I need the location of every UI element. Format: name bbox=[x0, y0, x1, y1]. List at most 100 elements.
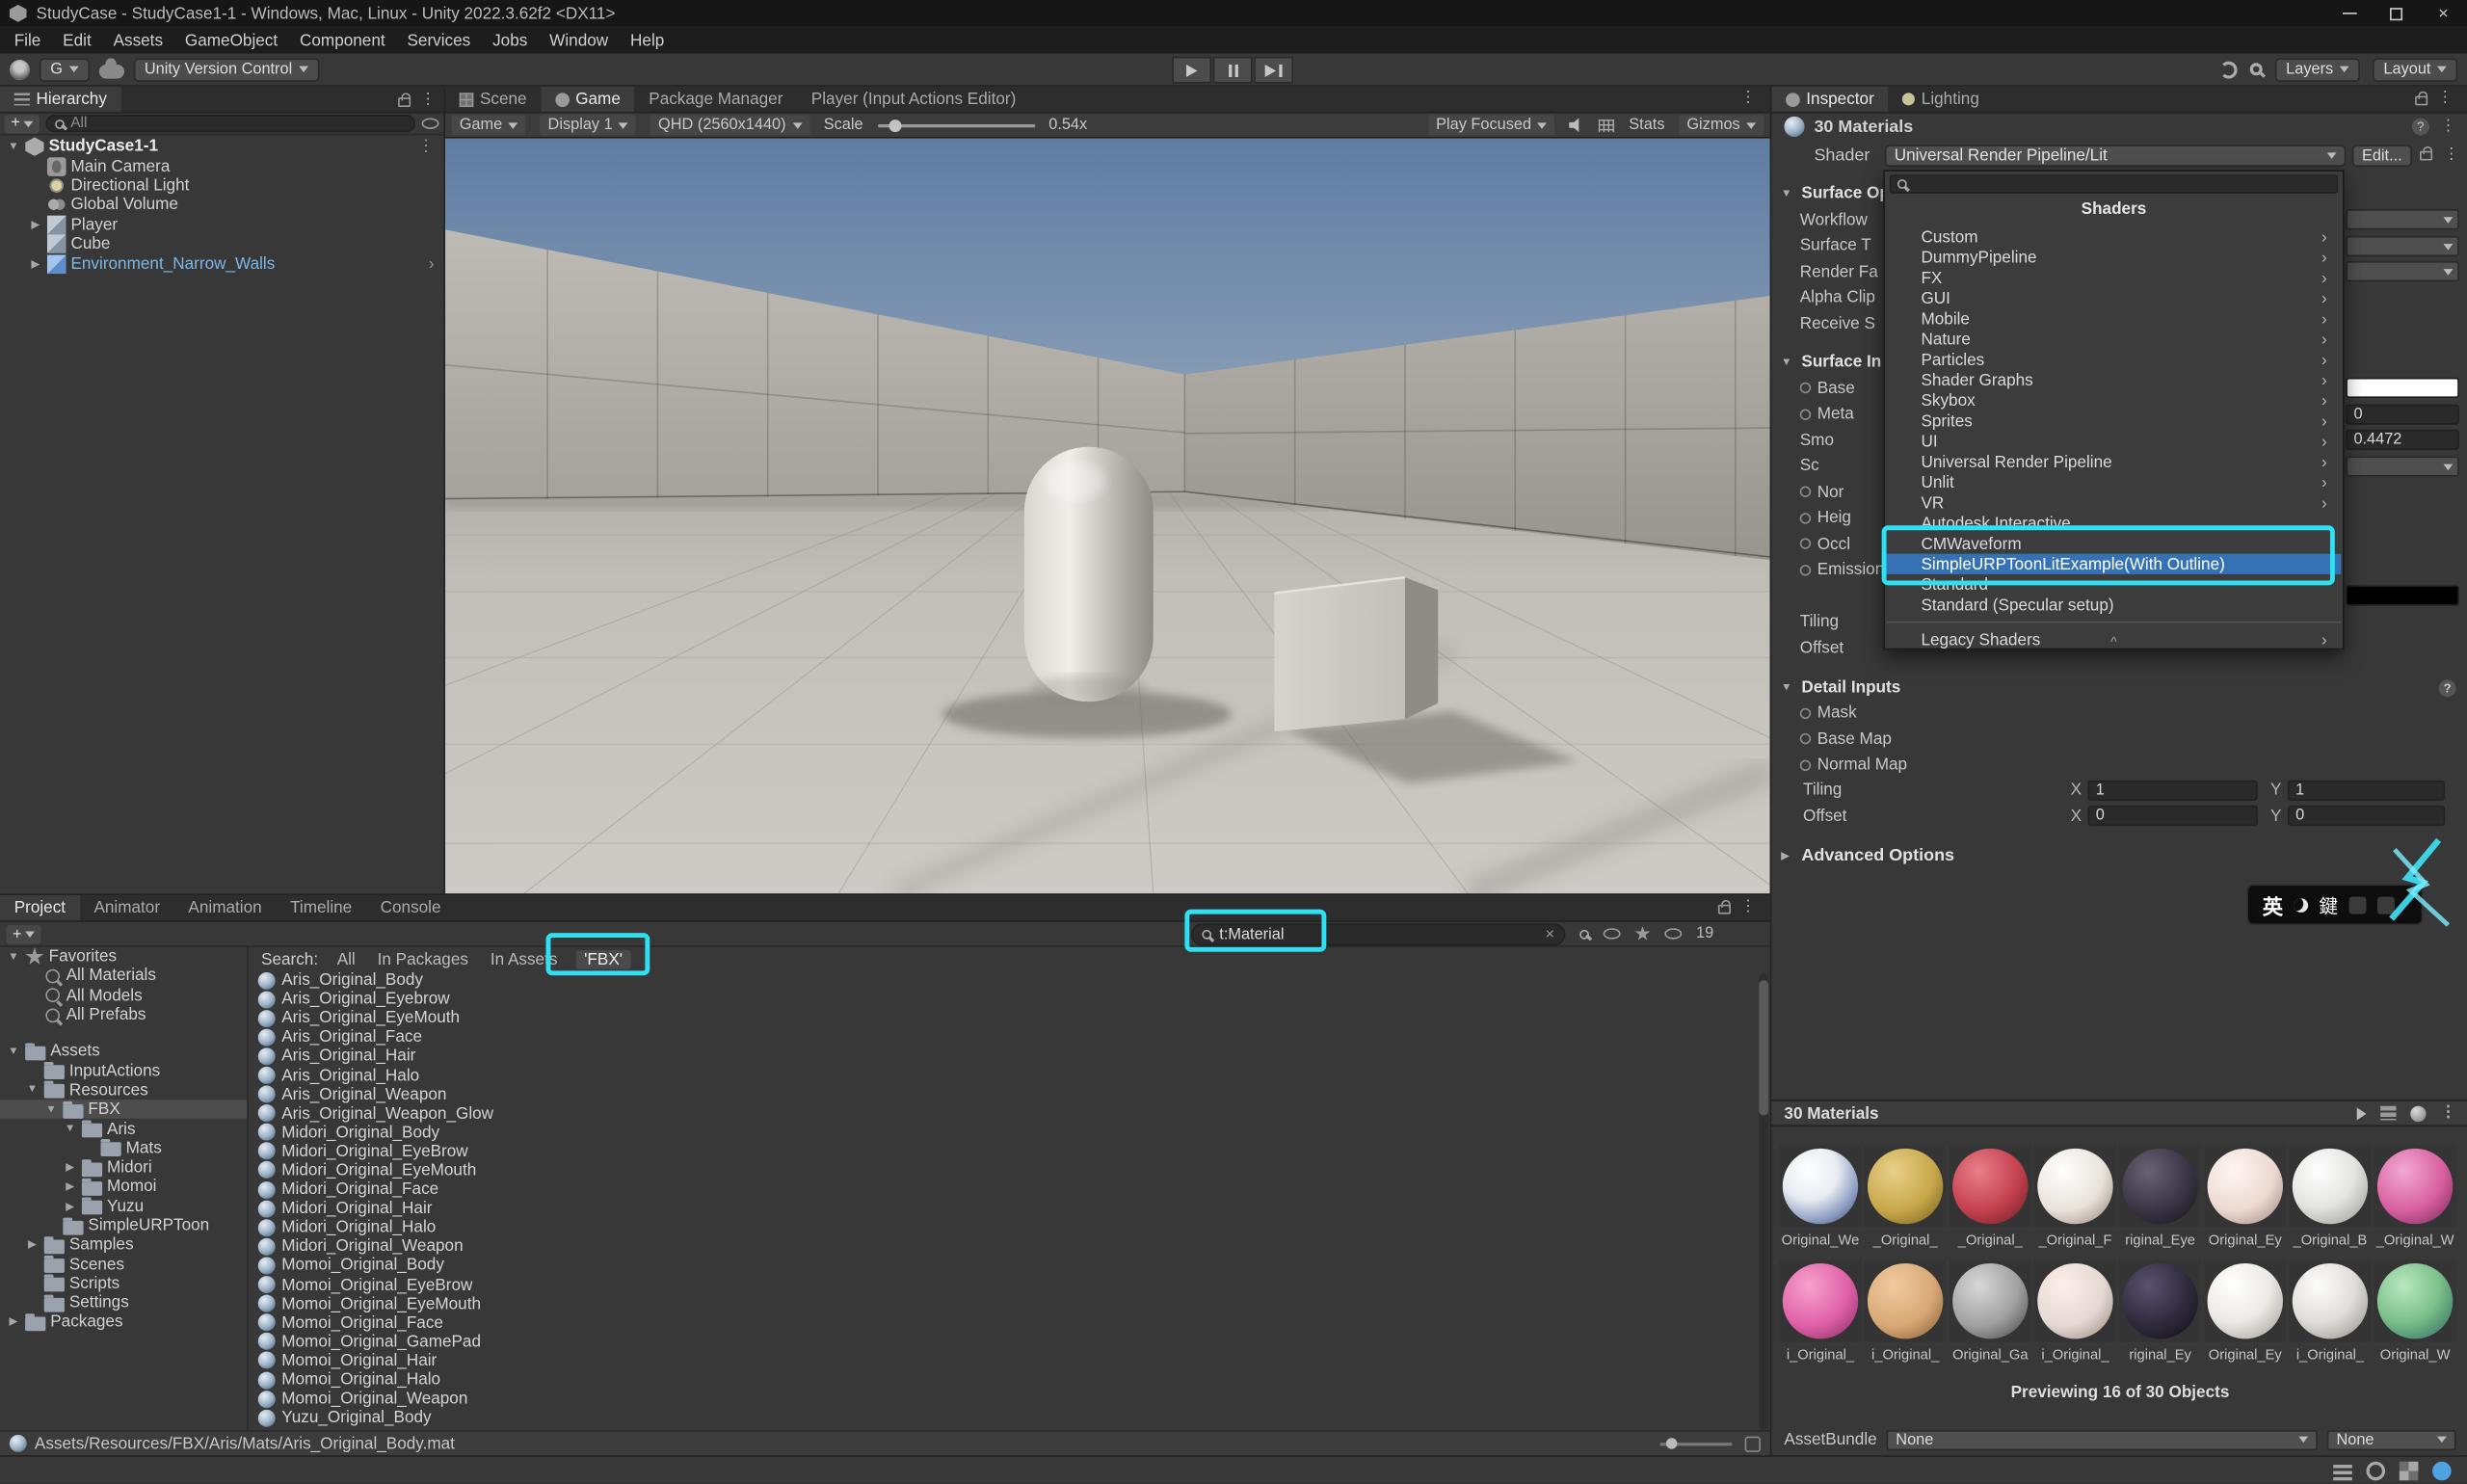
shader-menu-item[interactable]: Autodesk Interactive bbox=[1887, 513, 2342, 533]
slider-knob[interactable] bbox=[889, 119, 901, 131]
shader-menu-item[interactable]: Mobile bbox=[1887, 308, 2342, 329]
foldout-arrow[interactable]: ▼ bbox=[1781, 189, 1795, 199]
search-scope[interactable]: In Assets bbox=[491, 949, 558, 968]
saved-search-star-icon[interactable] bbox=[1634, 926, 1650, 941]
menu-item[interactable]: Edit bbox=[52, 31, 102, 50]
asset-row[interactable]: Aris_Original_Weapon bbox=[258, 1085, 1760, 1104]
asset-row[interactable]: Midori_Original_EyeMouth bbox=[258, 1161, 1760, 1180]
folder-item[interactable]: SimpleURPToon bbox=[0, 1216, 247, 1235]
asset-row[interactable]: Midori_Original_Face bbox=[258, 1180, 1760, 1200]
hierarchy-search-input[interactable]: All bbox=[45, 115, 415, 132]
tab-hierarchy[interactable]: Hierarchy bbox=[0, 87, 121, 112]
pause-button[interactable] bbox=[1213, 57, 1253, 84]
preview-play-icon[interactable] bbox=[2357, 1107, 2367, 1120]
expand-arrow[interactable]: ▶ bbox=[25, 1238, 40, 1251]
asset-row[interactable]: Momoi_Original_EyeMouth bbox=[258, 1294, 1760, 1313]
folder-item[interactable]: ▼ Aris bbox=[0, 1119, 247, 1138]
texture-slot-icon[interactable] bbox=[1800, 708, 1811, 719]
menu-item[interactable]: Services bbox=[396, 31, 482, 50]
tiling-y-field[interactable]: 1 bbox=[2288, 781, 2445, 801]
expand-arrow[interactable]: ▶ bbox=[28, 219, 42, 231]
close-button[interactable]: × bbox=[2420, 0, 2467, 27]
shader-menu-item[interactable]: FX bbox=[1887, 268, 2342, 288]
asset-row[interactable]: Midori_Original_Body bbox=[258, 1123, 1760, 1142]
play-focused-dropdown[interactable]: Play Focused bbox=[1428, 115, 1555, 135]
create-asset-button[interactable]: + bbox=[7, 925, 41, 944]
expand-arrow[interactable]: ▼ bbox=[63, 1124, 77, 1134]
collab-status-icon[interactable] bbox=[2432, 1462, 2452, 1481]
offset-x-field[interactable]: 0 bbox=[2088, 806, 2258, 826]
shader-menu-item[interactable]: Shader Graphs bbox=[1887, 370, 2342, 390]
material-thumbnail[interactable]: _Original_W bbox=[2373, 1146, 2457, 1260]
asset-row[interactable]: Midori_Original_Hair bbox=[258, 1199, 1760, 1218]
shader-menu-item[interactable]: Custom bbox=[1887, 226, 2342, 247]
scrollbar[interactable] bbox=[1759, 974, 1768, 1430]
folder-item[interactable]: ▼ Favorites bbox=[0, 947, 247, 967]
shader-menu-item[interactable]: SimpleURPToonLitExample(With Outline) bbox=[1887, 554, 2342, 574]
help-icon[interactable]: ? bbox=[2412, 118, 2429, 135]
asset-row[interactable]: Aris_Original_Face bbox=[258, 1028, 1760, 1047]
ime-mode-indicator[interactable]: 英 bbox=[2263, 889, 2283, 919]
detail-inputs-foldout[interactable]: ▼Detail Inputs ? bbox=[1771, 675, 2467, 701]
layout-dropdown[interactable]: Layout bbox=[2373, 58, 2457, 81]
shader-menu-item[interactable]: CMWaveform bbox=[1887, 533, 2342, 553]
game-viewport[interactable] bbox=[445, 139, 1770, 894]
material-thumbnail[interactable]: _Original_B bbox=[2288, 1146, 2373, 1260]
asset-row[interactable]: Midori_Original_Halo bbox=[258, 1218, 1760, 1237]
clear-search-icon[interactable]: × bbox=[1546, 926, 1555, 943]
view-tab[interactable]: Player (Input Actions Editor) bbox=[797, 87, 1030, 112]
material-thumbnail[interactable]: i_Original_ bbox=[2032, 1260, 2117, 1375]
menu-item[interactable]: Window bbox=[539, 31, 620, 50]
menu-item[interactable]: Jobs bbox=[482, 31, 539, 50]
expand-arrow[interactable]: ▶ bbox=[7, 1316, 21, 1329]
folder-item[interactable]: ▶ Samples bbox=[0, 1235, 247, 1255]
asset-row[interactable]: Aris_Original_Halo bbox=[258, 1066, 1760, 1085]
minimize-button[interactable] bbox=[2325, 0, 2373, 27]
view-tab[interactable]: Package Manager bbox=[635, 87, 798, 112]
folder-item[interactable]: ▶ Momoi bbox=[0, 1178, 247, 1197]
folder-item[interactable]: ▼ Resources bbox=[0, 1080, 247, 1100]
folder-item[interactable]: ▶ Packages bbox=[0, 1312, 247, 1332]
texture-slot-icon[interactable] bbox=[1800, 383, 1811, 393]
row-action-icon[interactable]: ⋮ bbox=[417, 137, 434, 156]
hierarchy-item[interactable]: Global Volume bbox=[0, 196, 443, 215]
asset-row[interactable]: Aris_Original_EyeMouth bbox=[258, 1009, 1760, 1028]
expand-arrow[interactable]: ▼ bbox=[44, 1104, 59, 1115]
value-field[interactable]: 0.4472 bbox=[2346, 430, 2459, 450]
folder-item[interactable]: Mats bbox=[0, 1139, 247, 1158]
folder-item[interactable]: Settings bbox=[0, 1293, 247, 1312]
shader-menu-item[interactable]: Sprites bbox=[1887, 411, 2342, 431]
expand-arrow[interactable]: ▶ bbox=[28, 257, 42, 270]
texture-slot-icon[interactable] bbox=[1800, 513, 1811, 523]
edit-shader-button[interactable]: Edit... bbox=[2352, 145, 2412, 167]
color-swatch[interactable] bbox=[2346, 378, 2459, 398]
asset-row[interactable]: Momoi_Original_Face bbox=[258, 1313, 1760, 1333]
shader-menu-item[interactable]: Standard (Specular setup) bbox=[1887, 595, 2342, 615]
hierarchy-item[interactable]: Cube bbox=[0, 234, 443, 253]
expand-arrow[interactable]: ▼ bbox=[25, 1085, 40, 1096]
panel-menu-icon[interactable]: ⋮ bbox=[420, 91, 436, 108]
material-thumbnail[interactable]: i_Original_ bbox=[2288, 1260, 2373, 1375]
detail-texture-row[interactable]: Mask bbox=[1771, 701, 2467, 727]
hierarchy-item[interactable]: Directional Light bbox=[0, 175, 443, 195]
create-button[interactable]: + bbox=[5, 114, 40, 133]
asset-row[interactable]: Midori_Original_EyeBrow bbox=[258, 1142, 1760, 1161]
folder-item[interactable]: All Models bbox=[0, 986, 247, 1005]
shader-menu-item[interactable]: Standard bbox=[1887, 574, 2342, 595]
shader-menu-item[interactable]: DummyPipeline bbox=[1887, 247, 2342, 267]
material-thumbnail[interactable]: Original_We bbox=[1778, 1146, 1863, 1260]
game-view-dropdown[interactable]: Game bbox=[452, 115, 526, 135]
material-thumbnail[interactable]: _Original_F bbox=[2032, 1146, 2117, 1260]
row-action-icon[interactable]: › bbox=[429, 254, 435, 274]
shader-menu-item[interactable]: Nature bbox=[1887, 329, 2342, 349]
search-icon[interactable] bbox=[2250, 63, 2263, 75]
expand-arrow[interactable]: ▼ bbox=[7, 141, 21, 151]
scale-slider[interactable] bbox=[877, 123, 1034, 126]
menu-item[interactable]: File bbox=[3, 31, 51, 50]
texture-slot-icon[interactable] bbox=[1800, 733, 1811, 744]
expand-arrow[interactable]: ▶ bbox=[63, 1161, 77, 1174]
lock-icon[interactable] bbox=[2415, 96, 2427, 106]
bottom-tab[interactable]: Animation bbox=[174, 895, 277, 920]
maximize-button[interactable] bbox=[2373, 0, 2420, 27]
expand-arrow[interactable]: ▶ bbox=[63, 1200, 77, 1212]
